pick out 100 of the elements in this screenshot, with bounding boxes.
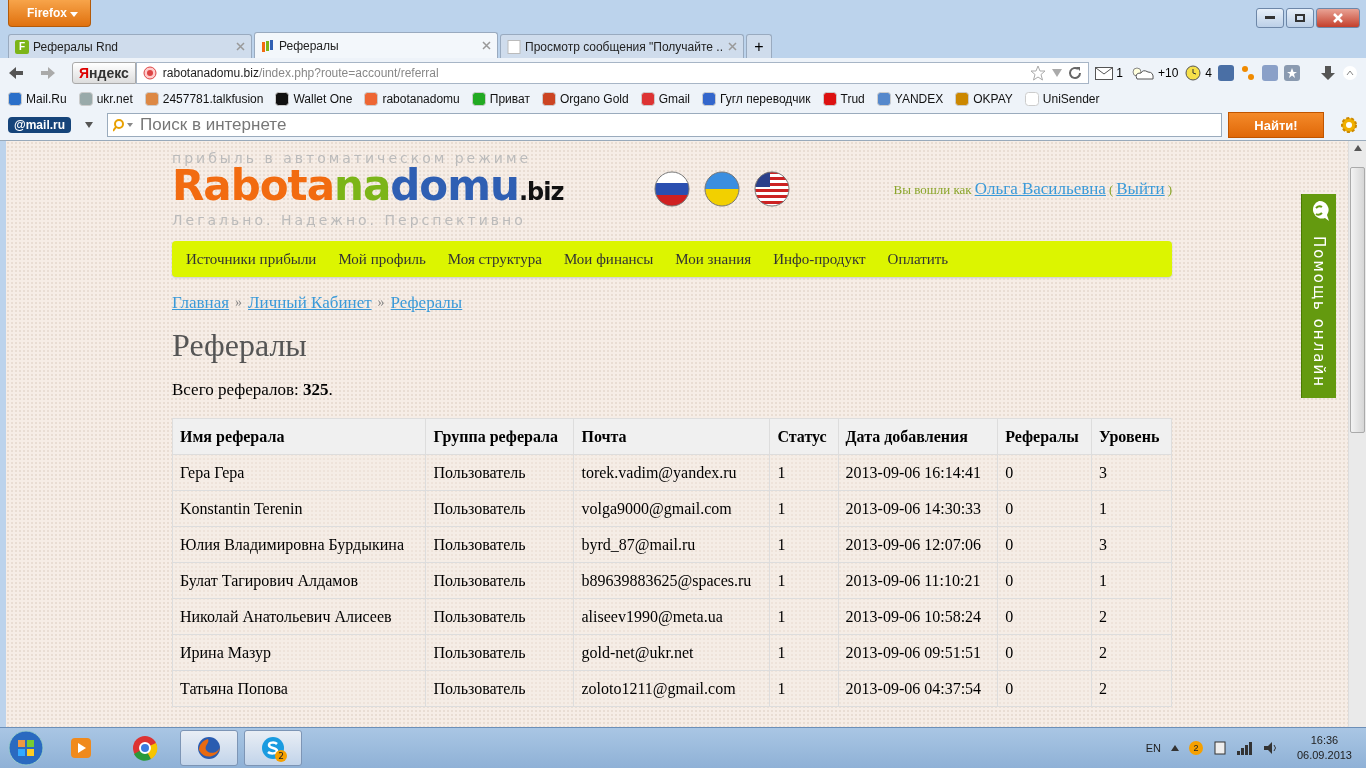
table-cell: 1 [769,670,839,707]
notification-badge: 2 [275,750,287,762]
caret-icon [70,12,79,17]
dropdown-icon[interactable] [85,122,94,128]
bookmark-item[interactable]: rabotanadomu [364,92,460,106]
browser-tab[interactable]: Просмотр сообщения "Получайте ... [500,34,744,58]
flag-icon[interactable] [754,171,790,207]
start-button[interactable] [6,729,46,767]
column-header[interactable]: Почта [573,418,770,455]
table-cell: 0 [997,670,1092,707]
table-cell: 1 [769,598,839,635]
site-icon [142,66,157,80]
browser-tab[interactable]: Рефералы [254,32,498,58]
yandex-button[interactable]: Яндекс [72,62,136,84]
table-cell: 1 [769,562,839,599]
bookmark-item[interactable]: YANDEX [876,92,944,106]
browser-tab[interactable]: F Рефералы Rnd [8,34,252,58]
taskbar-app[interactable]: 2 [244,730,302,766]
skype-icon [260,735,286,761]
breadcrumb-separator: » [235,295,243,311]
column-header[interactable]: Дата добавления [838,418,998,455]
table-cell: 3 [1091,454,1172,491]
address-field[interactable]: rabotanadomu.biz/index.php?route=account/referral [135,62,1090,84]
clock-counter[interactable]: 4 [1184,65,1212,81]
bookmark-item[interactable]: 2457781.talkfusion [144,92,264,106]
reload-icon[interactable] [1068,66,1083,80]
table-cell: 2 [1091,670,1172,707]
table-cell: 2013-09-06 09:51:51 [838,634,998,671]
column-header[interactable]: Статус [769,418,839,455]
close-button[interactable] [1316,8,1360,28]
flag-icon[interactable] [654,171,690,207]
mail-counter[interactable]: 1 [1095,66,1123,80]
show-hidden-icon[interactable] [1170,745,1179,751]
close-icon[interactable] [236,42,245,51]
taskbar-app[interactable] [180,730,238,766]
table-cell: 0 [997,598,1092,635]
speaker-icon[interactable] [1262,741,1279,755]
new-tab-button[interactable]: + [746,34,772,58]
table-cell: Пользователь [425,526,574,563]
table-cell: Konstantin Terenin [172,490,426,527]
mailru-logo[interactable]: @mail.ru [8,117,72,133]
clock-date[interactable]: 06.09.2013 [1296,748,1352,763]
menu-item[interactable]: Оплатить [877,250,959,268]
site-logo[interactable]: Rabotanadomu.biz [172,165,642,213]
signal-icon[interactable] [1236,741,1253,755]
column-header[interactable]: Уровень [1091,418,1172,455]
menu-item[interactable]: Мои финансы [553,250,664,268]
bookmark-item[interactable]: UniSender [1024,92,1100,106]
envelope-icon [1095,66,1114,80]
menu-item[interactable]: Моя структура [437,250,552,268]
minimize-button[interactable] [1256,8,1284,28]
table-cell: 2 [1091,634,1172,671]
table-cell: byrd_87@mail.ru [573,526,770,563]
table-cell: 0 [997,634,1092,671]
table-cell: 2013-09-06 10:58:24 [838,598,998,635]
table-cell: 1 [1091,562,1172,599]
table-cell: Пользователь [425,562,574,599]
settings-icon[interactable] [1340,116,1358,134]
bookmark-item[interactable]: OKPAY [955,92,1013,106]
bookmark-item[interactable]: Trud [822,92,865,106]
column-header[interactable]: Рефералы [997,418,1092,455]
menu-item[interactable]: Мой профиль [328,250,436,268]
table-cell: 3 [1091,526,1172,563]
bookmark-item[interactable]: Wallet One [275,92,353,106]
menu-item[interactable]: Мои знания [665,250,762,268]
bookmark-item[interactable]: Гугл переводчик [702,92,811,106]
bookmark-item[interactable]: Gmail [640,92,690,106]
column-header[interactable]: Имя реферала [172,418,426,455]
paren-text: ( [1108,182,1114,198]
forward-icon[interactable] [40,66,56,80]
search-field[interactable]: Поиск в интернете [107,113,1222,137]
column-header[interactable]: Группа реферала [425,418,574,455]
scrollbar[interactable] [1348,141,1366,727]
device-icon[interactable] [1212,740,1227,756]
bookmark-item[interactable]: Приват [471,92,530,106]
chrome-icon [132,735,158,761]
menu-item[interactable]: Источники прибыли [176,250,327,268]
table-cell: Пользователь [425,490,574,527]
bookmark-item[interactable]: Mail.Ru [8,92,67,106]
table-cell: 2013-09-06 04:37:54 [838,670,998,707]
back-icon[interactable] [8,66,24,80]
minimize-icon [1265,16,1275,20]
table-cell: 1 [769,634,839,671]
scroll-up-icon[interactable] [1353,145,1362,151]
language-indicator[interactable]: EN [1145,742,1161,754]
clock-time[interactable]: 16:36 [1310,733,1339,748]
download-icon[interactable] [1320,65,1336,81]
bookmark-item[interactable]: ukr.net [78,92,133,106]
star-icon[interactable] [1030,65,1047,81]
close-icon[interactable] [728,42,737,51]
table-cell: zoloto1211@gmail.com [573,670,770,707]
weather-widget[interactable]: +10 [1128,65,1179,81]
clock-icon [1184,65,1203,81]
table-cell: aliseev1990@meta.ua [573,598,770,635]
tray-badge[interactable]: 2 [1188,741,1203,755]
maximize-button[interactable] [1286,8,1314,28]
close-icon[interactable] [482,41,491,50]
menu-item[interactable]: Инфо-продукт [763,250,876,268]
bookmark-item[interactable]: Organo Gold [541,92,629,106]
table-cell: Пользователь [425,454,574,491]
